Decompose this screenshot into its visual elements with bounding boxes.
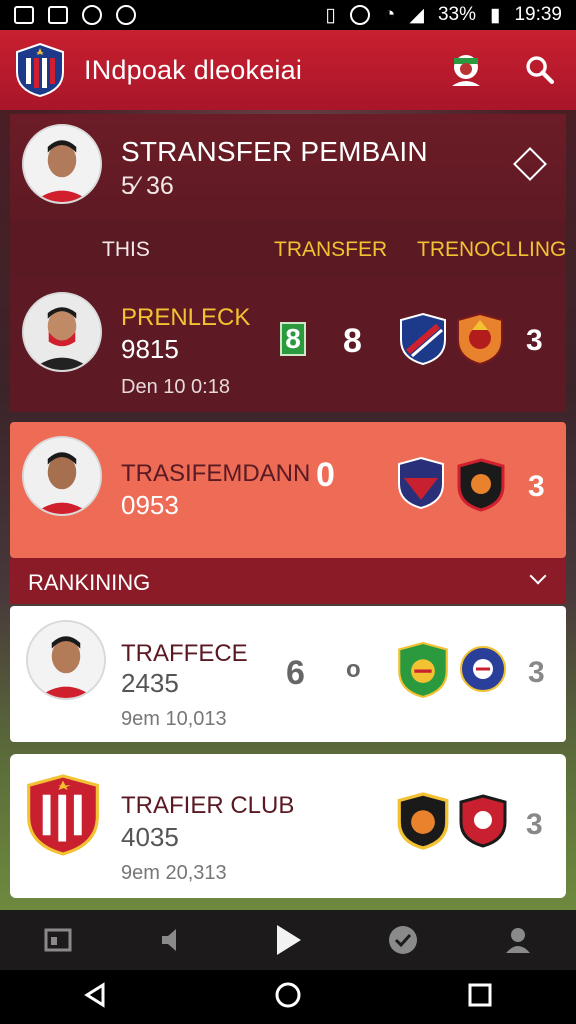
list-item[interactable]: TRAFIER CLUB 4035 9em 20,313 3 — [10, 754, 566, 898]
alarm-icon — [349, 5, 370, 25]
bottom-navigation — [0, 910, 576, 970]
ranking-section-header[interactable]: RANKINING — [10, 558, 566, 604]
signal-icon: ◢ — [409, 4, 424, 26]
player-name: PRENLECK — [121, 304, 251, 331]
sync-icon — [82, 5, 102, 25]
value-number: o — [346, 656, 361, 683]
list-item[interactable]: PRENLECK 9815 Den 10 0:18 8 8 3 — [10, 276, 566, 412]
transfer-title: STRANSFER PEMBAIN — [121, 136, 428, 167]
value-number: 3 — [526, 324, 543, 357]
news-icon[interactable] — [28, 915, 88, 965]
tab-trending[interactable]: TRENOCLLING — [417, 238, 566, 262]
check-icon[interactable] — [373, 915, 433, 965]
club-crest-logo[interactable] — [14, 42, 66, 98]
value-number: 8 — [343, 322, 362, 360]
system-navigation-bar — [0, 970, 576, 1024]
play-icon[interactable] — [258, 915, 318, 965]
app-bar: INdpoak dleokeiai — [0, 30, 576, 110]
player-name: TRASIFEMDANN — [121, 460, 311, 487]
list-item-selected[interactable]: TRASIFEMDANN 0953 0 3 — [10, 422, 566, 558]
transfer-card[interactable]: STRANSFER PEMBAIN 5⁄ 36 — [10, 114, 566, 222]
tab-transfer[interactable]: TRANSFER — [274, 238, 387, 262]
transfer-date: Den 10 0:18 — [121, 376, 230, 398]
club-badge-icon — [458, 794, 508, 848]
club-badge-icon — [396, 456, 446, 510]
value-number: 3 — [528, 656, 545, 689]
club-badge-icon — [396, 640, 450, 700]
profile-icon[interactable] — [488, 915, 548, 965]
home-icon[interactable] — [274, 981, 302, 1014]
player-name: TRAFFECE — [121, 640, 248, 667]
player-avatar — [22, 436, 102, 516]
value-badge: 8 — [280, 322, 306, 356]
club-badge-icon — [456, 458, 506, 512]
tab-bar: THIS TRANSFER TRENOCLLING — [10, 222, 566, 276]
app-title: INdpoak dleokeiai — [84, 54, 303, 85]
value-number: 0 — [316, 456, 335, 494]
value-number: 3 — [526, 808, 543, 841]
club-crest-icon — [24, 772, 102, 858]
tab-this[interactable]: THIS — [102, 238, 150, 262]
club-badge-icon — [455, 312, 505, 366]
team-mascot-icon[interactable] — [444, 48, 488, 92]
chevron-down-icon[interactable] — [529, 567, 547, 585]
club-badge-icon — [458, 642, 508, 696]
chat-icon — [116, 5, 136, 25]
value-number: 3 — [528, 470, 545, 503]
player-avatar — [22, 292, 102, 372]
player-avatar — [22, 124, 102, 204]
player-score: 9815 — [121, 334, 179, 364]
value-number: 6 — [286, 654, 305, 692]
gallery-icon — [14, 6, 34, 24]
player-score: 0953 — [121, 490, 179, 520]
search-icon[interactable] — [518, 48, 562, 92]
player-score: 2435 — [121, 668, 179, 698]
wifi-icon: ◔ — [383, 4, 396, 25]
transfer-subtitle: 5⁄ 36 — [121, 172, 174, 200]
back-icon[interactable] — [83, 981, 109, 1013]
club-name: TRAFIER CLUB — [121, 792, 295, 819]
sound-icon[interactable] — [143, 915, 203, 965]
ranking-label: RANKINING — [28, 570, 151, 595]
battery-percent: 33% — [437, 4, 476, 25]
diamond-icon[interactable] — [513, 147, 547, 181]
club-score: 4035 — [121, 822, 179, 852]
club-badge-icon — [396, 790, 450, 852]
list-item[interactable]: TRAFFECE 2435 9em 10,013 6 o 3 — [10, 606, 566, 742]
transfer-date: 9em 10,013 — [121, 708, 227, 730]
transfer-date: 9em 20,313 — [121, 862, 227, 884]
club-badge-icon — [398, 312, 448, 366]
clock: 19:39 — [514, 4, 562, 25]
vibrate-icon: ▯ — [325, 4, 336, 26]
battery-icon: ▮ — [489, 4, 501, 26]
status-bar: ▯ ◔ ◢ 33% ▮ 19:39 — [0, 0, 576, 30]
notification-icon — [48, 6, 68, 24]
recents-icon[interactable] — [467, 982, 493, 1013]
player-avatar — [26, 620, 106, 700]
